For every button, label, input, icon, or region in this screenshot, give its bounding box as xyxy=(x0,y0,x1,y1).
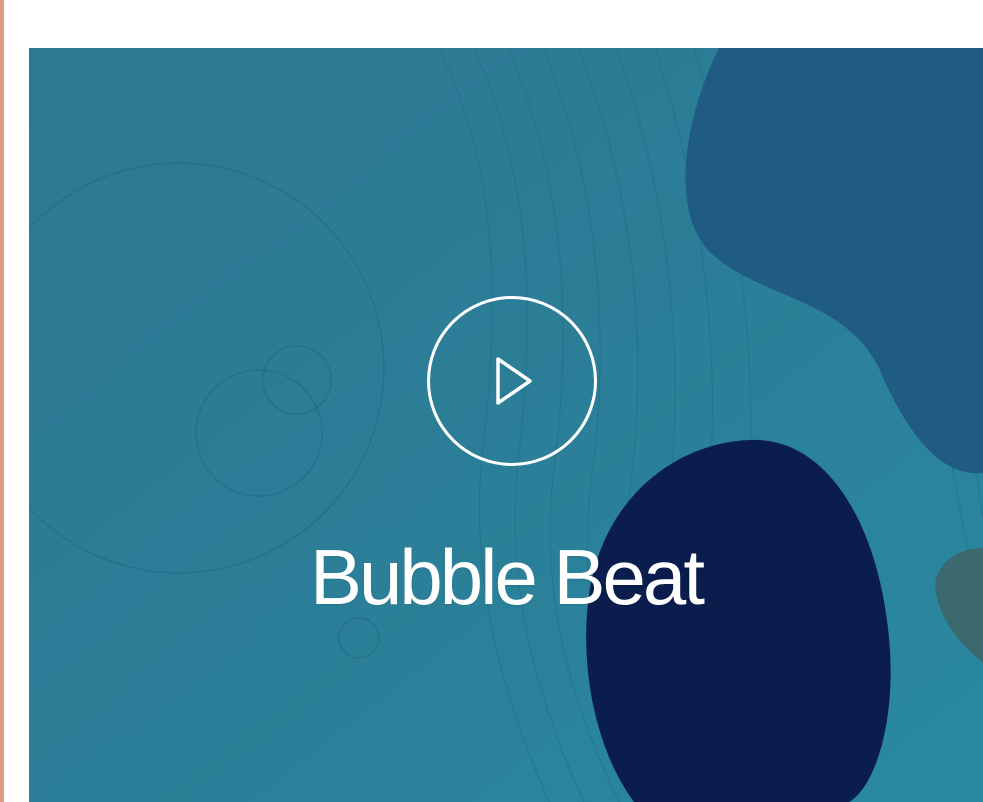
page: Bubble Beat xyxy=(0,0,983,802)
video-title: Bubble Beat xyxy=(309,533,705,621)
video-card[interactable]: Bubble Beat xyxy=(29,48,983,802)
left-accent-border xyxy=(0,0,4,802)
play-icon xyxy=(496,357,532,405)
play-button[interactable] xyxy=(427,296,597,466)
